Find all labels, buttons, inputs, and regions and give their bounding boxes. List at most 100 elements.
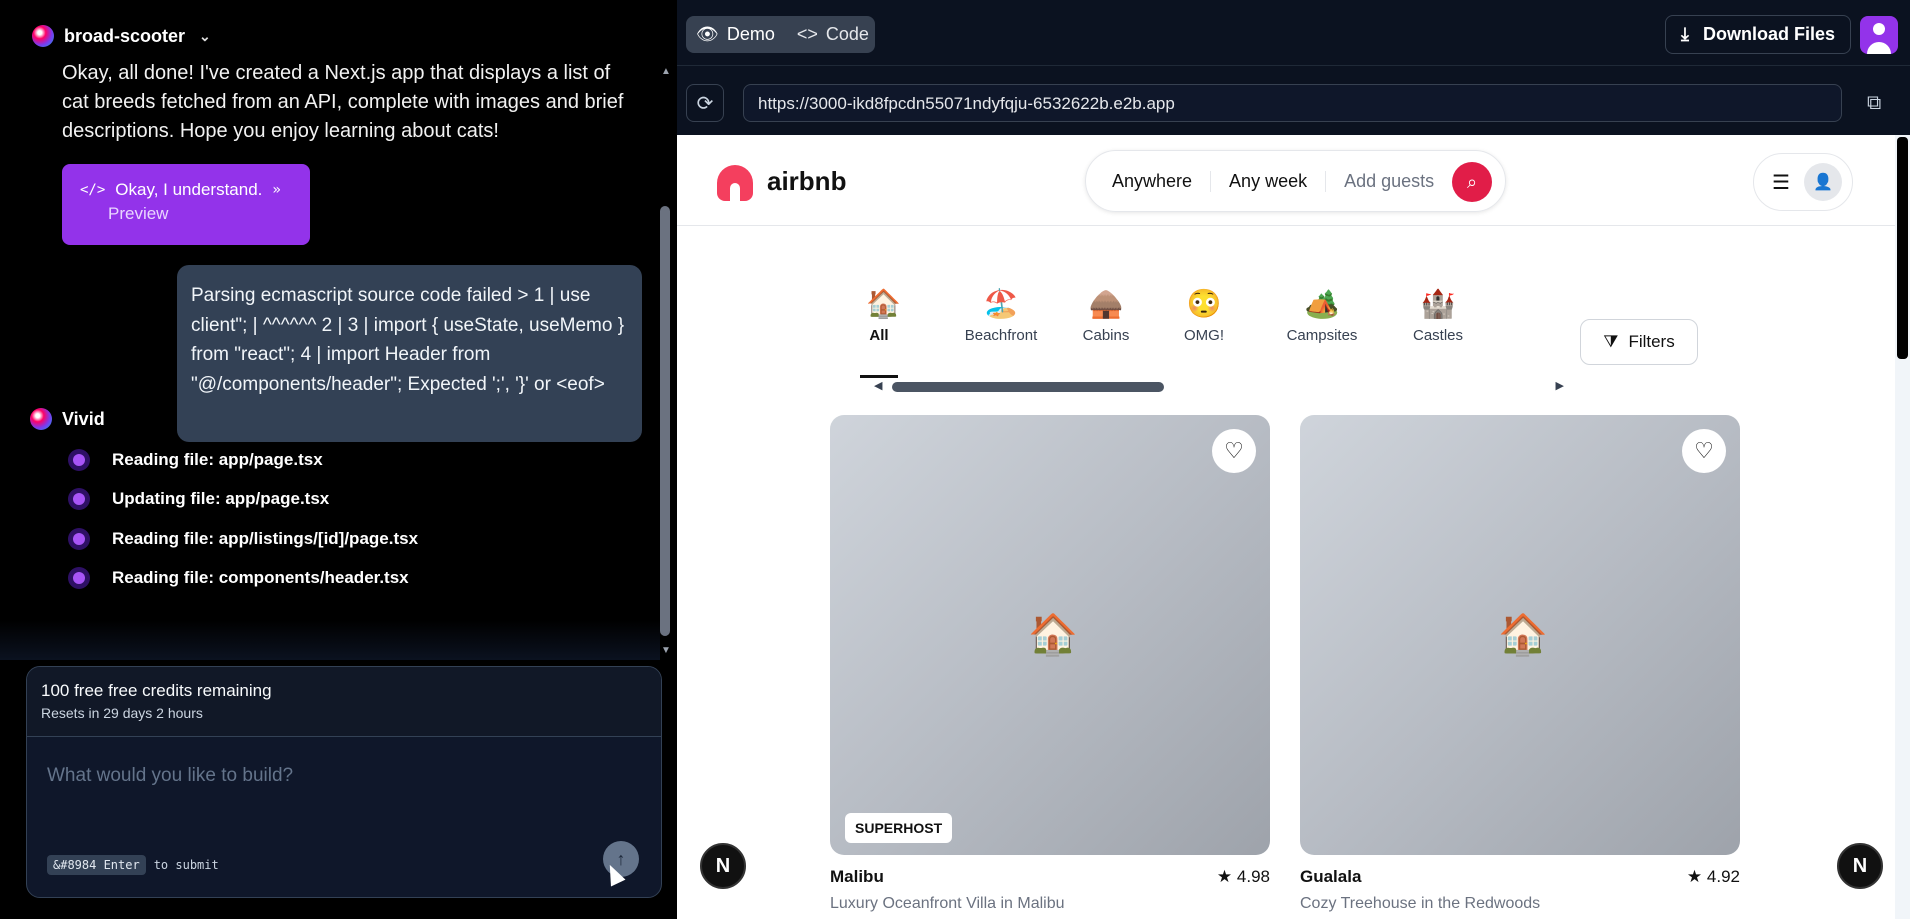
- step-dot-icon: [68, 527, 90, 550]
- house-icon: 🏠: [1028, 613, 1078, 657]
- preview-card[interactable]: </> Okay, I understand. » Preview: [62, 164, 310, 245]
- filters-button[interactable]: ⧩ Filters: [1580, 319, 1698, 365]
- home-icon: 🏠: [866, 288, 901, 319]
- tab-demo[interactable]: 👁 Demo: [696, 24, 775, 45]
- category-beachfront[interactable]: 🏖️ Beachfront: [946, 287, 1056, 344]
- step-label: Reading file: app/page.tsx: [112, 449, 323, 469]
- chevron-down-icon: ⌄: [199, 27, 211, 44]
- category-campsites[interactable]: 🏕️ Campsites: [1280, 287, 1364, 344]
- category-scrollbar-thumb[interactable]: [892, 382, 1164, 392]
- chat-scrollbar-thumb[interactable]: [660, 206, 670, 636]
- listing-image[interactable]: 🏠 ♡ SUPERHOST: [830, 415, 1270, 855]
- category-scrollbar[interactable]: ◀ ▶: [874, 379, 1564, 393]
- account-avatar[interactable]: [1860, 16, 1898, 54]
- search-bar[interactable]: Anywhere Any week Add guests ⌕: [1085, 150, 1506, 212]
- category-label: Cabins: [1082, 327, 1130, 344]
- code-icon: </>: [80, 182, 106, 198]
- category-all[interactable]: 🏠 All: [860, 287, 901, 378]
- external-link-icon[interactable]: ⧉: [1867, 92, 1881, 115]
- site-preview: airbnb Anywhere Any week Add guests ⌕ ☰ …: [677, 135, 1895, 919]
- submit-shortcut-key: &#8984 Enter: [47, 855, 146, 875]
- prompt-input[interactable]: What would you like to build?: [47, 765, 293, 787]
- search-where[interactable]: Anywhere: [1112, 170, 1212, 192]
- listing-rating-value: 4.98: [1236, 867, 1270, 886]
- assistant-name: Vivid: [62, 408, 105, 429]
- nextjs-dev-badge[interactable]: N: [1837, 843, 1883, 889]
- category-bar: 🏠 All 🏖️ Beachfront 🛖 Cabins 😳 OMG! 🏕️ C…: [830, 265, 1738, 407]
- submit-hint-text: to submit: [153, 858, 219, 872]
- star-icon: ★: [1216, 867, 1233, 886]
- user-icon: 👤: [1803, 163, 1842, 201]
- download-label: Download Files: [1702, 24, 1835, 44]
- download-icon: ⤓: [1681, 24, 1689, 44]
- assistant-header: Vivid: [30, 408, 105, 430]
- download-files-button[interactable]: ⤓ Download Files: [1665, 15, 1851, 54]
- url-bar: ⟳ https://3000-ikd8fpcdn55071ndyfqju-653…: [677, 70, 1910, 132]
- double-chevron-right-icon: »: [272, 182, 281, 198]
- category-label: Castles: [1412, 327, 1464, 344]
- search-when[interactable]: Any week: [1211, 170, 1327, 192]
- category-label: OMG!: [1184, 327, 1224, 344]
- tab-code-label: Code: [825, 24, 869, 44]
- step-label: Reading file: app/listings/[id]/page.tsx: [112, 528, 419, 548]
- listing-rating-value: 4.92: [1706, 867, 1740, 886]
- scroll-right-arrow-icon[interactable]: ▶: [1556, 379, 1564, 392]
- url-field[interactable]: https://3000-ikd8fpcdn55071ndyfqju-65326…: [743, 84, 1842, 122]
- preview-card-title: Okay, I understand.: [115, 180, 263, 199]
- site-logo[interactable]: airbnb: [715, 161, 846, 201]
- hut-icon: 🛖: [1088, 288, 1124, 319]
- tab-demo-label: Demo: [726, 24, 775, 44]
- scroll-down-arrow-icon[interactable]: ▼: [661, 645, 671, 656]
- brand-name: airbnb: [767, 165, 847, 196]
- category-omg[interactable]: 😳 OMG!: [1180, 287, 1228, 344]
- project-switcher[interactable]: broad-scooter ⌄: [32, 22, 211, 50]
- submit-hint: &#8984 Enter to submit: [47, 855, 219, 875]
- scroll-left-arrow-icon[interactable]: ◀: [874, 379, 882, 392]
- site-navbar: airbnb Anywhere Any week Add guests ⌕ ☰ …: [677, 135, 1895, 226]
- nextjs-dev-badge[interactable]: N: [700, 843, 746, 889]
- step-list: Reading file: app/page.tsx Updating file…: [68, 440, 418, 598]
- refresh-icon: ⟳: [696, 92, 714, 115]
- assistant-orb-icon: [30, 408, 52, 430]
- menu-icon: ☰: [1772, 171, 1790, 194]
- listing-title: Luxury Oceanfront Villa in Malibu: [830, 895, 1065, 912]
- user-menu-button[interactable]: ☰ 👤: [1753, 153, 1853, 211]
- chat-scrollbar[interactable]: ▲ ▼: [658, 66, 674, 656]
- credits-banner: 100 free free credits remaining Resets i…: [27, 667, 661, 737]
- code-icon: <>: [796, 24, 818, 44]
- preview-scrollbar-thumb[interactable]: [1897, 137, 1908, 359]
- house-icon: 🏠: [1498, 613, 1548, 657]
- filter-icon: ⧩: [1603, 332, 1619, 351]
- camping-icon: 🏕️: [1304, 288, 1340, 319]
- credits-remaining: 100 free free credits remaining: [41, 681, 272, 700]
- scroll-up-arrow-icon[interactable]: ▲: [661, 66, 671, 77]
- step-dot-icon: [68, 567, 90, 590]
- listing-rating: ★ 4.98: [1217, 867, 1270, 887]
- reload-button[interactable]: ⟳: [686, 84, 724, 122]
- step-label: Reading file: components/header.tsx: [112, 568, 409, 588]
- search-button[interactable]: ⌕: [1452, 162, 1492, 202]
- preview-card-subtitle: Preview: [108, 204, 169, 223]
- category-cabins[interactable]: 🛖 Cabins: [1076, 287, 1136, 344]
- step-dot-icon: [68, 448, 90, 471]
- favorite-heart-icon[interactable]: ♡: [1682, 429, 1726, 473]
- favorite-heart-icon[interactable]: ♡: [1212, 429, 1256, 473]
- superhost-badge: SUPERHOST: [845, 813, 953, 843]
- category-castles[interactable]: 🏰 Castles: [1406, 287, 1470, 344]
- listing-card[interactable]: 🏠 ♡ Gualala ★ 4.92 Cozy Treehouse in the…: [1300, 415, 1740, 913]
- tab-code[interactable]: <> Code: [797, 24, 869, 45]
- project-orb-icon: [32, 25, 54, 47]
- preview-scrollbar[interactable]: [1895, 135, 1910, 919]
- listing-title: Cozy Treehouse in the Redwoods: [1300, 895, 1541, 912]
- credits-reset: Resets in 29 days 2 hours: [41, 705, 203, 721]
- search-guests[interactable]: Add guests: [1326, 171, 1434, 192]
- composer: 100 free free credits remaining Resets i…: [26, 666, 662, 898]
- user-body-shape: [1867, 42, 1891, 54]
- step-item: Updating file: app/page.tsx: [68, 480, 418, 520]
- category-label: Campsites: [1286, 327, 1358, 344]
- search-icon: ⌕: [1466, 171, 1478, 192]
- airbnb-logo-icon: [715, 161, 755, 201]
- eye-icon: 👁: [696, 24, 719, 44]
- listing-card[interactable]: 🏠 ♡ SUPERHOST Malibu ★ 4.98 Luxury Ocean…: [830, 415, 1270, 913]
- listing-image[interactable]: 🏠 ♡: [1300, 415, 1740, 855]
